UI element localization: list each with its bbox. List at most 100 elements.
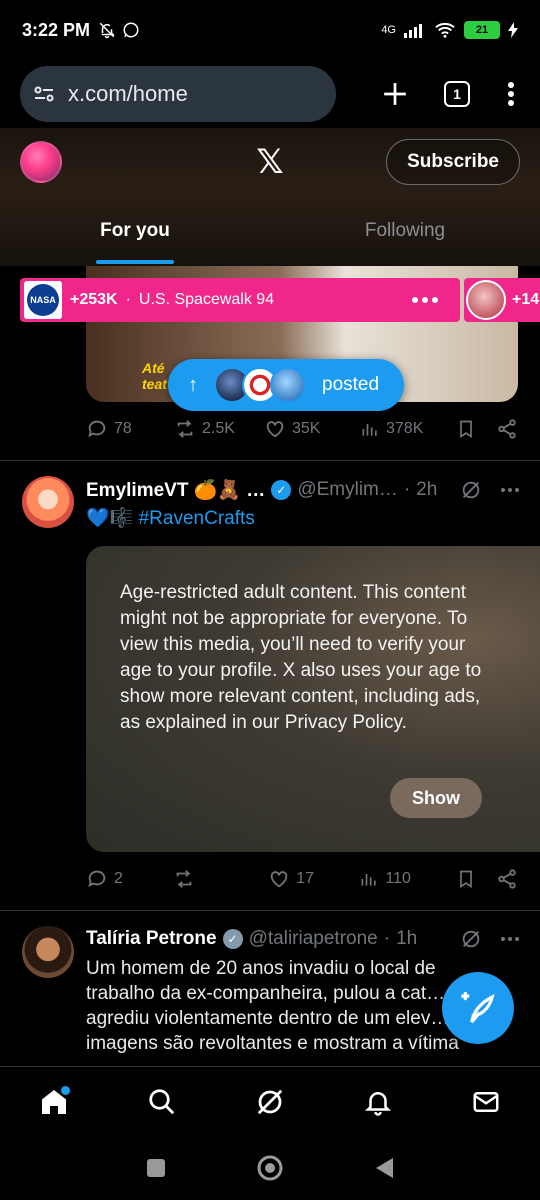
more-vert-icon[interactable] <box>506 81 516 107</box>
repost-icon <box>176 870 192 888</box>
home-circle-icon[interactable] <box>256 1154 284 1182</box>
tweet-time[interactable]: 1h <box>396 928 417 950</box>
whatsapp-icon <box>123 22 139 38</box>
compose-post-button[interactable] <box>442 972 514 1044</box>
nav-search[interactable] <box>132 1072 192 1132</box>
views-button[interactable]: 378K <box>360 419 456 439</box>
network-label: 4G <box>381 24 396 36</box>
author-name[interactable]: Talíria Petrone <box>86 928 217 950</box>
like-button[interactable]: 17 <box>268 868 359 890</box>
reply-count: 2 <box>114 870 123 887</box>
space-separator: · <box>125 291 131 308</box>
like-button[interactable]: 35K <box>264 418 360 440</box>
nav-messages[interactable] <box>456 1072 516 1132</box>
tweet-card[interactable]: EmylimeVT 🍊🧸 … ✓ @Emylim… · 2h 💙🎼 #Raven… <box>0 460 540 910</box>
more-horiz-icon[interactable] <box>500 487 520 493</box>
reply-button[interactable]: 78 <box>86 418 174 440</box>
new-tab-icon[interactable] <box>382 81 408 107</box>
tab-for-you[interactable]: For you <box>0 196 270 266</box>
show-media-button[interactable]: Show <box>390 778 482 818</box>
repost-button[interactable] <box>173 868 268 890</box>
live-space-bar[interactable]: NASA +253K · U.S. Spacewalk 94 <box>20 278 460 322</box>
live-space-bar-secondary[interactable]: +14 <box>464 278 540 322</box>
status-bar: 3:22 PM 4G 21 <box>0 0 540 60</box>
new-posts-avatars <box>214 367 306 403</box>
repost-icon <box>177 420 193 438</box>
views-icon <box>362 424 377 436</box>
reply-icon <box>88 420 106 438</box>
space-host-avatar <box>466 280 506 320</box>
tweet-text: 💙🎼 #RavenCrafts <box>86 506 526 531</box>
heart-icon <box>270 871 288 888</box>
tweet-text: Um homem de 20 anos invadiu o local de t… <box>86 958 465 1054</box>
tweet-emojis: 💙🎼 <box>86 508 134 529</box>
bookmark-button[interactable] <box>456 418 496 440</box>
heart-icon <box>266 421 284 438</box>
avatar <box>270 367 306 403</box>
subscribe-button[interactable]: Subscribe <box>386 139 520 185</box>
time-separator: · <box>403 479 411 500</box>
nav-grok[interactable] <box>240 1072 300 1132</box>
tweet-time[interactable]: 2h <box>416 479 437 501</box>
age-restriction-notice: Age-restricted adult content. This conte… <box>120 582 482 733</box>
time-separator: · <box>383 928 391 949</box>
tab-label: For you <box>100 220 170 241</box>
media-caption: Até teat <box>142 360 167 392</box>
nasa-logo-text: NASA <box>27 284 59 316</box>
reply-button[interactable]: 2 <box>86 868 173 890</box>
like-count: 17 <box>296 870 315 887</box>
tab-following[interactable]: Following <box>270 196 540 266</box>
bookmark-icon <box>460 870 473 889</box>
views-icon <box>361 874 377 886</box>
x-logo-icon: 𝕏 <box>256 142 284 182</box>
verified-badge-icon: ✓ <box>271 480 292 500</box>
caption-line: teat <box>142 376 167 392</box>
nav-home[interactable] <box>24 1072 84 1132</box>
recents-icon[interactable] <box>145 1157 167 1179</box>
timeline-feed: Até teat NASA +253K · U.S. Spacewalk 94 … <box>0 266 540 1066</box>
space-listener-count: +253K <box>70 291 118 308</box>
reply-icon <box>88 870 106 888</box>
author-name[interactable]: EmylimeVT 🍊🧸 … <box>86 478 265 502</box>
caption-line: Até <box>142 360 165 376</box>
battery-indicator: 21 <box>464 21 500 39</box>
system-navigation <box>0 1136 540 1200</box>
space-live-dots-icon <box>412 297 438 303</box>
share-button[interactable] <box>496 418 518 440</box>
search-icon <box>149 1088 175 1114</box>
hashtag-link[interactable]: #RavenCrafts <box>139 508 255 529</box>
repost-button[interactable]: 2.5K <box>174 418 264 440</box>
grok-icon[interactable] <box>460 928 482 950</box>
signal-icon <box>404 24 422 38</box>
url-bar[interactable]: x.com/home <box>20 66 336 122</box>
tweet-header: EmylimeVT 🍊🧸 … ✓ @Emylim… · 2h <box>86 478 520 502</box>
author-handle[interactable]: @Emylim… <box>297 479 398 501</box>
grok-icon <box>257 1089 283 1114</box>
more-horiz-icon[interactable] <box>500 936 520 942</box>
space-host-logo: NASA <box>24 281 62 319</box>
tab-switcher-button[interactable]: 1 <box>444 81 470 107</box>
back-icon[interactable] <box>373 1156 395 1180</box>
share-button[interactable] <box>496 868 518 890</box>
nav-notifications[interactable] <box>348 1072 408 1132</box>
grok-icon[interactable] <box>460 479 482 501</box>
like-count: 35K <box>292 420 321 437</box>
reply-count: 78 <box>114 420 132 437</box>
site-settings-icon[interactable] <box>32 82 56 106</box>
author-handle[interactable]: @taliriapetrone <box>249 928 378 950</box>
timeline-tabs: For you Following <box>0 196 540 266</box>
author-avatar[interactable] <box>22 926 74 978</box>
new-posts-pill[interactable]: ↑ posted <box>168 359 404 411</box>
browser-toolbar: x.com/home 1 <box>0 60 540 128</box>
wifi-icon <box>435 22 455 38</box>
charging-icon <box>508 22 518 38</box>
bookmark-icon <box>460 420 472 439</box>
status-time: 3:22 PM <box>22 19 91 40</box>
mail-icon <box>473 1091 499 1112</box>
author-avatar[interactable] <box>22 476 74 528</box>
profile-avatar[interactable] <box>20 141 62 183</box>
views-button[interactable]: 110 <box>359 869 456 889</box>
bookmark-button[interactable] <box>456 868 496 890</box>
compose-feather-icon <box>461 992 495 1024</box>
share-icon <box>498 419 516 439</box>
